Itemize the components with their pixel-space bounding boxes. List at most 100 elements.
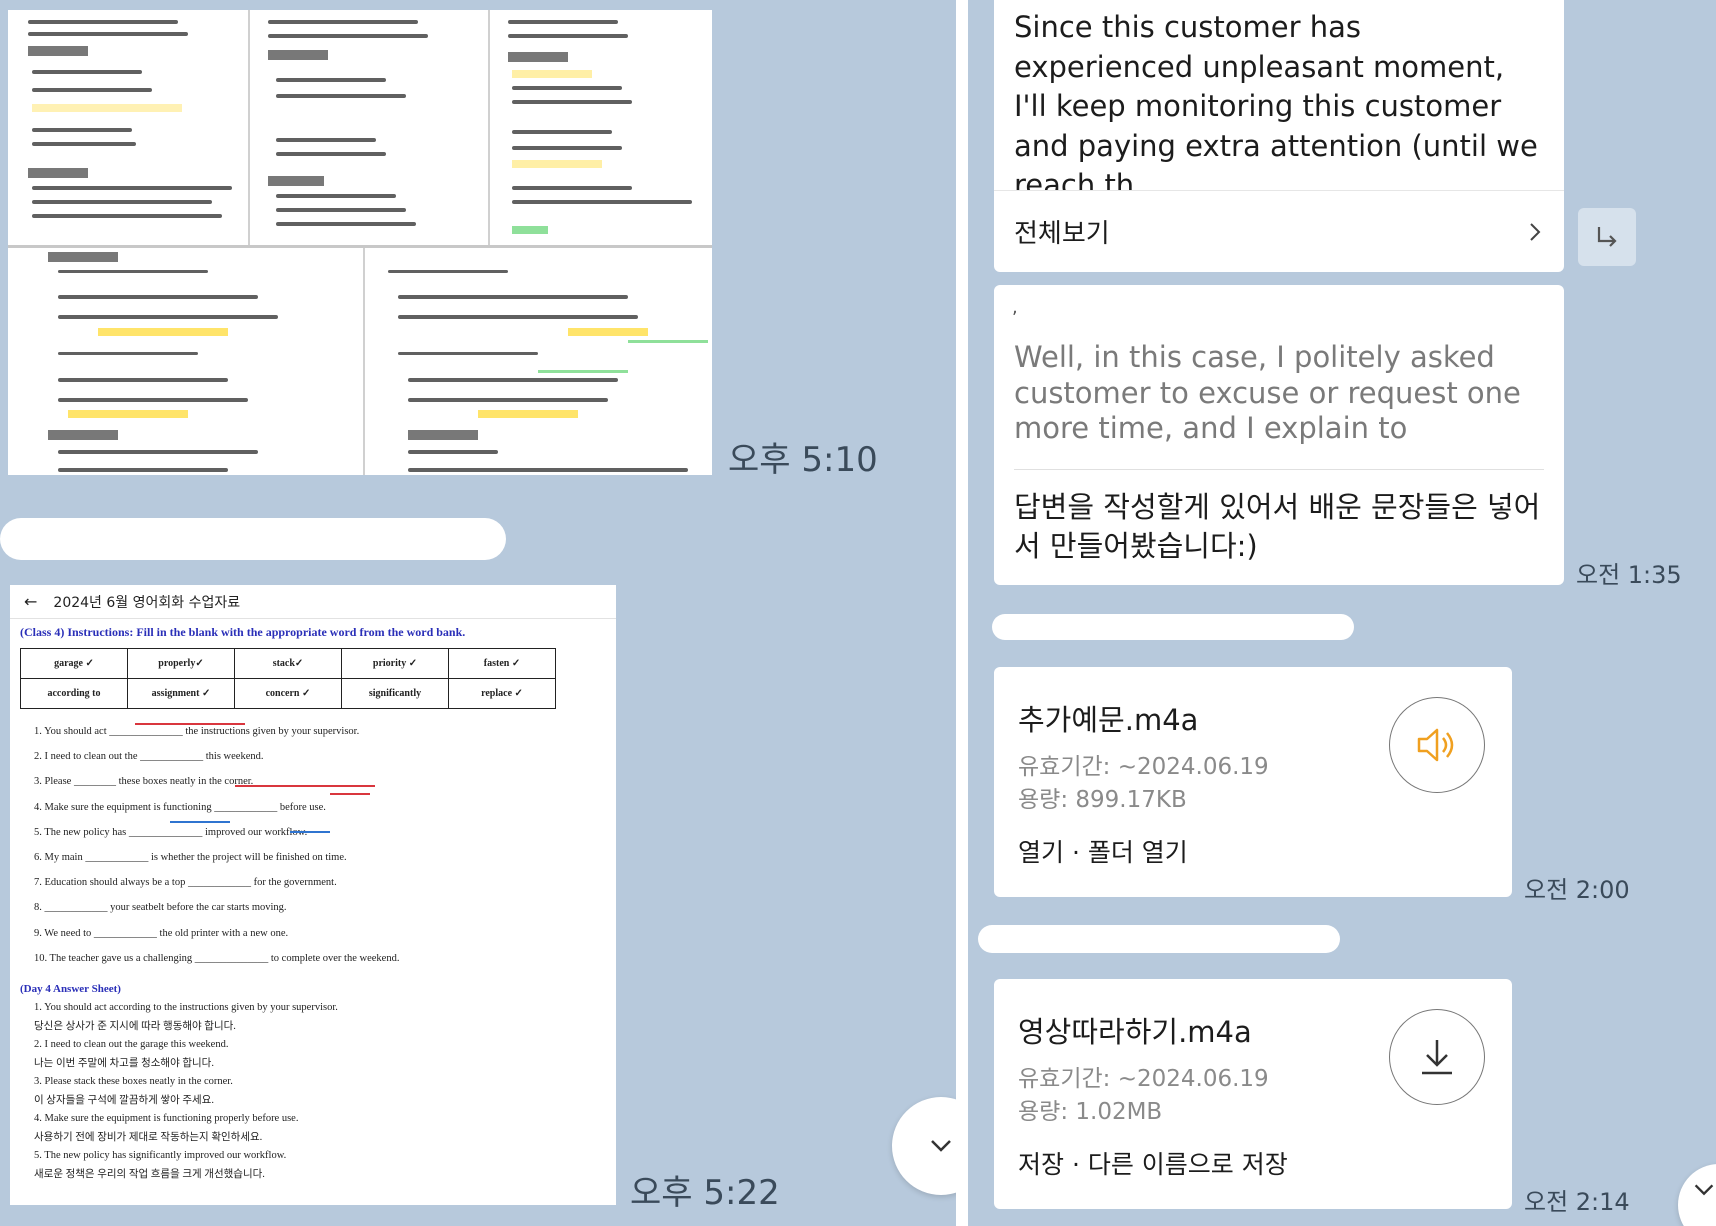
note-scribble (58, 315, 278, 319)
worksheet-image-thumbnail[interactable]: ← 2024년 6월 영어회화 수업자료 (Class 4) Instructi… (10, 585, 616, 1205)
note-scribble (28, 32, 188, 36)
note-scribble (32, 128, 132, 132)
word-bank-cell: according to (20, 678, 128, 709)
note-scribble (58, 352, 198, 355)
right-chat-pane[interactable]: Since this customer has experienced unpl… (968, 0, 1716, 1226)
worksheet-questions: 1. You should act ______________ the ins… (10, 709, 616, 971)
play-audio-button[interactable] (1389, 697, 1485, 793)
answer-line: 4. Make sure the equipment is functionin… (34, 1113, 299, 1125)
worksheet-question: 7. Education should always be a top ____… (34, 877, 337, 889)
message-timestamp: 오전 2:00 (1524, 876, 1630, 904)
note-scribble (58, 270, 208, 273)
file-actions[interactable]: 저장 · 다른 이름으로 저장 (1018, 1145, 1288, 1181)
audio-file-bubble[interactable]: 추가예문.m4a 유효기간: ~2024.06.19 용량: 899.17KB … (994, 667, 1512, 897)
notes-column-divider (363, 245, 365, 475)
answer-line: 나는 이번 주말에 차고를 청소해야 합니다. (34, 1057, 214, 1069)
answer-line: 1. You should act according to the instr… (34, 1002, 338, 1014)
note-heading (268, 176, 324, 186)
word-bank-cell: assignment ✓ (127, 678, 235, 709)
chevron-right-icon (1530, 222, 1541, 241)
notes-image-thumbnail[interactable] (8, 10, 712, 475)
answer-line: 새로운 정책은 우리의 작업 흐름을 크게 개선했습니다. (34, 1168, 265, 1180)
quoted-message-text: Well, in this case, I politely asked cus… (1014, 340, 1521, 445)
view-all-button[interactable]: 전체보기 (994, 190, 1564, 272)
handwriting-mark (235, 785, 375, 787)
worksheet-title: 2024년 6월 영어회화 수업자료 (53, 594, 241, 611)
handwriting-mark (290, 831, 330, 833)
note-highlight (32, 104, 182, 112)
note-scribble (398, 295, 628, 299)
note-scribble (32, 142, 136, 146)
file-expiry: 유효기간: ~2024.06.19 (1018, 754, 1269, 780)
note-scribble (408, 398, 608, 402)
left-chat-pane[interactable]: 오후 5:10 ← 2024년 6월 영어회화 수업자료 (Class 4) I… (0, 0, 956, 1226)
note-scribble (58, 398, 248, 402)
worksheet-question: 6. My main ____________ is whether the p… (34, 852, 347, 864)
worksheet-question: 10. The teacher gave us a challenging __… (34, 952, 400, 964)
note-scribble (276, 208, 406, 212)
chevron-down-icon (1694, 1184, 1714, 1196)
note-scribble (58, 295, 258, 299)
note-highlight (98, 328, 228, 336)
answer-line: 사용하기 전에 장비가 제대로 작동하는지 확인하세요. (34, 1131, 263, 1143)
answer-line: 이 상자들을 구석에 깔끔하게 쌓아 주세요. (34, 1094, 214, 1106)
note-scribble (32, 186, 232, 190)
audio-file-bubble[interactable]: 영상따라하기.m4a 유효기간: ~2024.06.19 용량: 1.02MB … (994, 979, 1512, 1209)
scroll-to-bottom-button[interactable] (892, 1097, 956, 1195)
note-scribble (58, 468, 228, 472)
reply-message-bubble[interactable]: , Well, in this case, I politely asked c… (994, 285, 1564, 585)
note-heading (28, 168, 88, 178)
notes-column-divider (248, 10, 250, 245)
file-actions[interactable]: 열기 · 폴더 열기 (1018, 833, 1188, 869)
note-highlight (538, 370, 628, 373)
download-icon (1422, 1040, 1452, 1075)
worksheet-header: ← 2024년 6월 영어회화 수업자료 (10, 585, 616, 619)
redacted-sender-name (992, 614, 1354, 640)
reply-divider (1014, 469, 1544, 470)
file-expiry: 유효기간: ~2024.06.19 (1018, 1066, 1269, 1092)
word-bank-cell: concern ✓ (234, 678, 342, 709)
note-scribble (58, 378, 228, 382)
quoted-sender-mark: , (1012, 297, 1018, 318)
scroll-to-bottom-button[interactable] (1678, 1164, 1716, 1226)
note-scribble (512, 86, 622, 90)
note-scribble (508, 34, 628, 38)
note-scribble (276, 78, 386, 82)
answer-sheet-title: (Day 4 Answer Sheet) (20, 983, 121, 996)
note-highlight (628, 340, 708, 343)
note-scribble (512, 130, 612, 134)
view-all-label: 전체보기 (1014, 219, 1110, 249)
note-heading (48, 430, 118, 440)
word-bank-cell: significantly (341, 678, 449, 709)
long-message-bubble[interactable]: Since this customer has experienced unpl… (994, 0, 1564, 272)
note-scribble (276, 222, 416, 226)
answer-line: 5. The new policy has significantly impr… (34, 1150, 287, 1162)
note-scribble (268, 20, 418, 24)
download-button[interactable] (1389, 1009, 1485, 1105)
word-bank-table: garage ✓ properly✓ stack✓ priority ✓ fas… (20, 648, 556, 709)
forward-button[interactable] (1578, 208, 1636, 266)
word-bank-cell: stack✓ (234, 648, 342, 679)
note-highlight (68, 410, 188, 418)
handwriting-mark (170, 821, 230, 823)
notes-section-divider (8, 245, 712, 248)
word-bank-cell: priority ✓ (341, 648, 449, 679)
note-heading (508, 52, 568, 62)
note-scribble (408, 378, 618, 382)
note-scribble (276, 138, 376, 142)
notes-column-divider (488, 10, 490, 245)
note-scribble (28, 20, 178, 24)
note-scribble (408, 468, 688, 472)
worksheet-question: 2. I need to clean out the ____________ … (34, 751, 264, 763)
note-scribble (388, 270, 508, 273)
note-highlight (478, 410, 578, 418)
back-arrow-icon: ← (24, 592, 38, 611)
note-scribble (268, 34, 428, 38)
message-timestamp: 오전 1:35 (1576, 561, 1682, 589)
chevron-down-icon (931, 1140, 951, 1152)
answer-line: 2. I need to clean out the garage this w… (34, 1039, 229, 1051)
word-bank-cell: replace ✓ (448, 678, 556, 709)
word-bank-cell: fasten ✓ (448, 648, 556, 679)
note-scribble (276, 94, 406, 98)
worksheet-question: 4. Make sure the equipment is functionin… (34, 801, 326, 813)
